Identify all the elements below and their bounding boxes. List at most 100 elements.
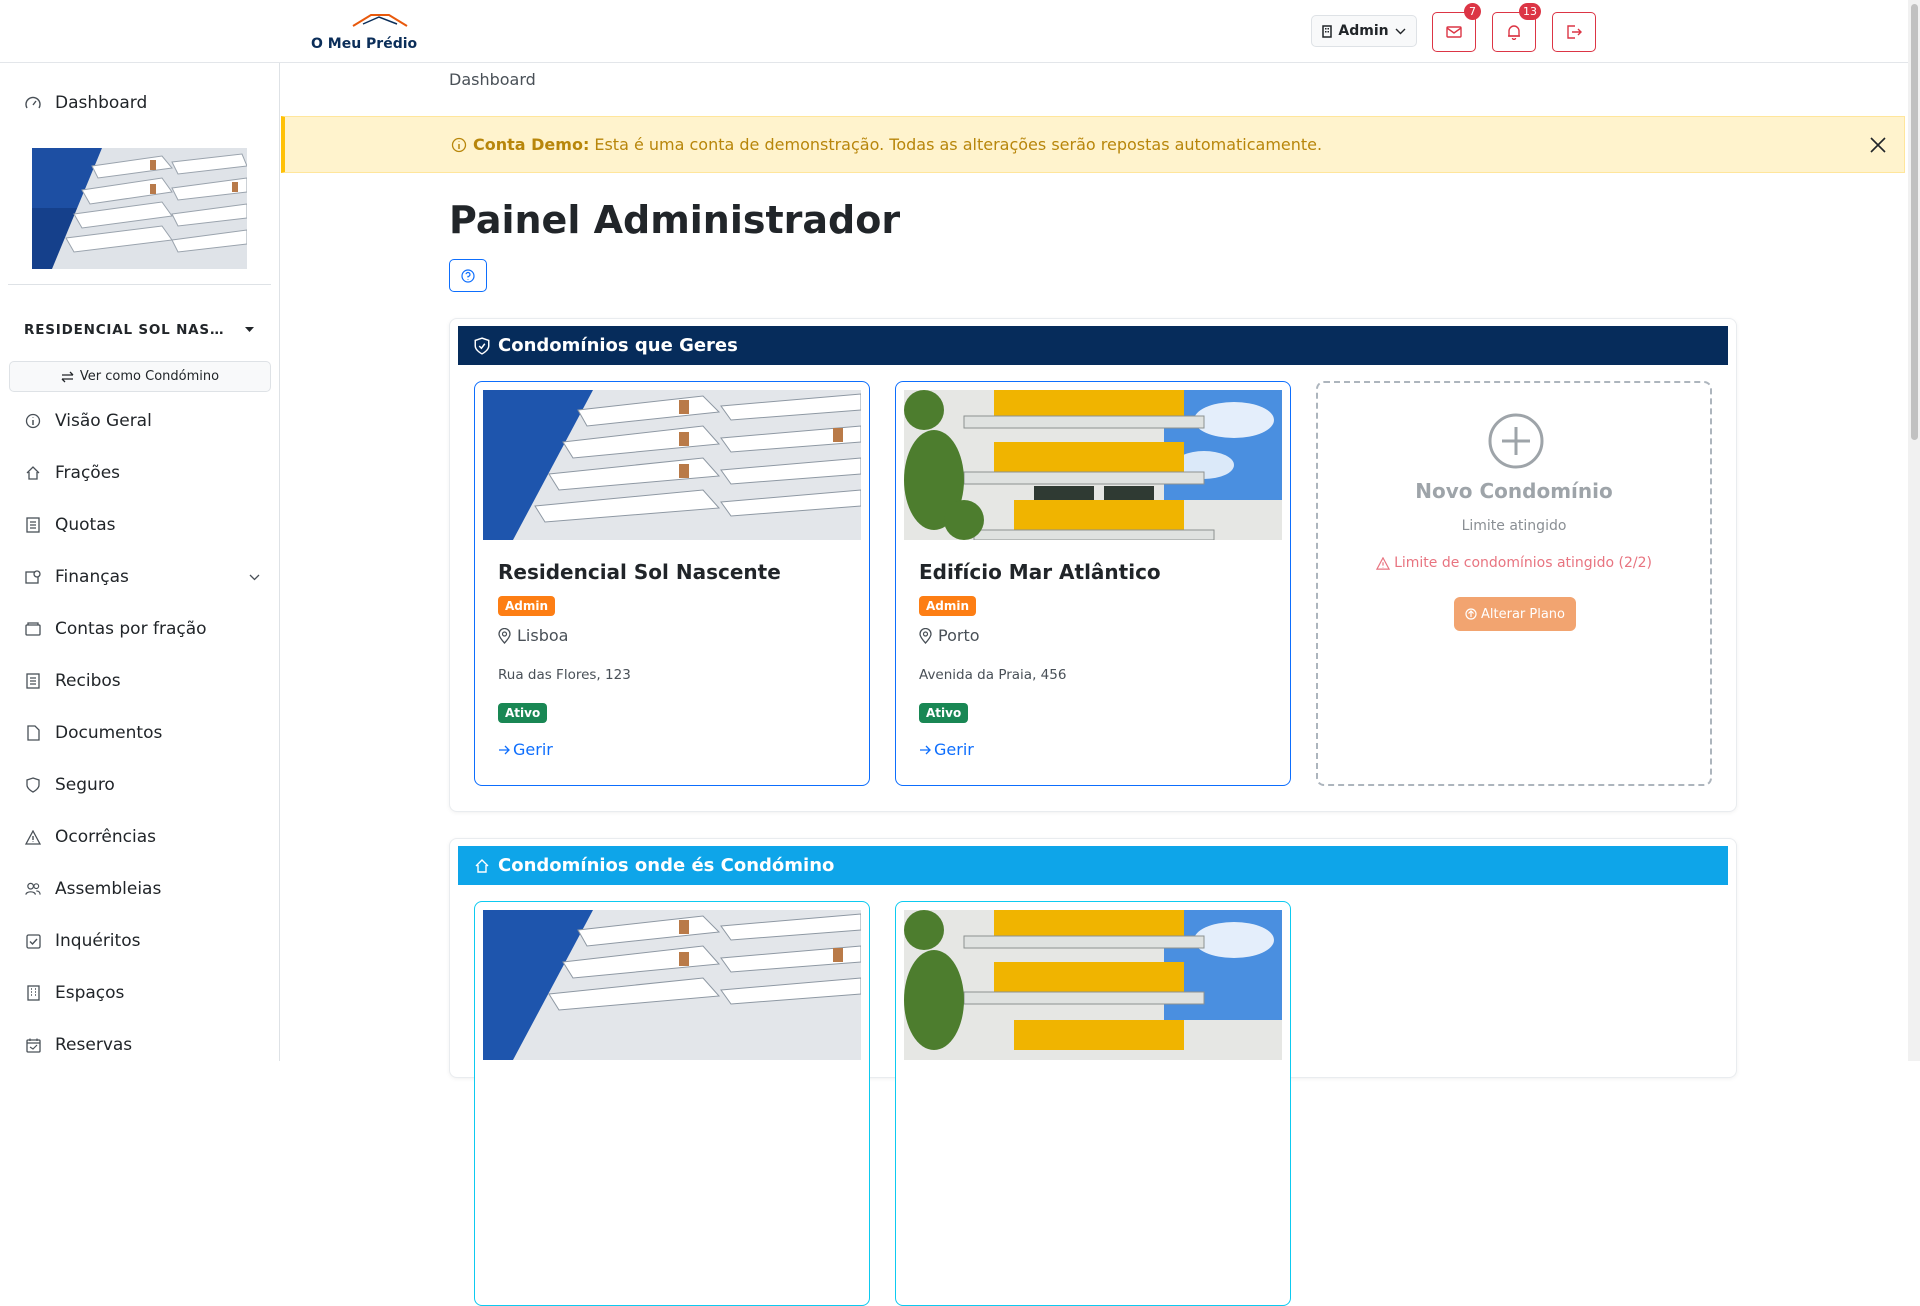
user-role-label: Admin [1338, 23, 1389, 39]
managed-condos-section: Condomínios que Geres Residencial Sol Na… [449, 318, 1737, 812]
demo-account-alert: Conta Demo: Esta é uma conta de demonstr… [281, 116, 1905, 173]
condo-card-address: Avenida da Praia, 456 [919, 667, 1067, 683]
page-scrollbar[interactable] [1908, 0, 1920, 1061]
limit-warning-text: Limite de condomínios atingido (2/2) [1394, 555, 1652, 571]
sidebar-divider [8, 284, 271, 285]
swap-arrows-icon [61, 371, 74, 382]
condo-card-city-label: Porto [938, 626, 980, 645]
condo-selector[interactable]: RESIDENCIAL SOL NASC... [24, 322, 254, 338]
sidebar-item-ocorrencias[interactable]: Ocorrências [25, 827, 260, 847]
chevron-down-icon [1395, 28, 1406, 34]
people-icon [25, 881, 41, 897]
sidebar-item-label: Frações [55, 463, 121, 483]
view-as-owner-label: Ver como Condómino [79, 369, 220, 384]
role-badge: Admin [498, 596, 556, 616]
sidebar-item-recibos[interactable]: Recibos [25, 671, 260, 691]
receipt-icon [25, 517, 41, 533]
condo-card-residencial-sol-nascente[interactable]: Residencial Sol Nascente Admin Lisboa Ru… [474, 381, 870, 786]
speedometer-icon [25, 95, 41, 111]
alert-strong-text: Conta Demo: [473, 135, 590, 154]
envelope-icon [1446, 26, 1462, 38]
sidebar-item-espacos[interactable]: Espaços [25, 983, 260, 1003]
manage-link[interactable]: Gerir [919, 740, 974, 759]
section-title: Condomínios onde és Condómino [498, 855, 835, 876]
status-badge: Ativo [498, 703, 548, 723]
info-icon [25, 413, 41, 429]
sidebar-item-documentos[interactable]: Documentos [25, 723, 260, 743]
new-condo-title: Novo Condomínio [1415, 479, 1613, 503]
home-icon [475, 858, 489, 873]
logout-button[interactable] [1552, 12, 1596, 52]
sidebar-item-seguro[interactable]: Seguro [25, 775, 260, 795]
shield-icon [25, 777, 41, 793]
page-title: Painel Administrador [449, 198, 901, 242]
sidebar-item-label: Assembleias [55, 879, 162, 899]
sidebar-item-label: Finanças [55, 567, 129, 587]
sidebar-item-fracoes[interactable]: Frações [25, 463, 260, 483]
location-pin-icon [919, 627, 932, 644]
building-icon [25, 985, 41, 1001]
sidebar-item-label: Visão Geral [55, 411, 152, 431]
building-icon [1322, 24, 1333, 38]
manage-link[interactable]: Gerir [498, 740, 553, 759]
manage-link-label: Gerir [513, 740, 553, 759]
logout-icon [1567, 25, 1582, 39]
sidebar-item-label: Reservas [55, 1035, 133, 1055]
sidebar: Dashboard RESIDENCIAL SOL NASC... Ver co… [0, 63, 280, 1061]
help-button[interactable] [449, 259, 487, 292]
sidebar-item-label: Quotas [55, 515, 116, 535]
shield-check-icon [474, 336, 490, 355]
condo-card-city: Porto [919, 626, 980, 645]
bell-icon [1508, 25, 1520, 40]
owner-condo-card-1[interactable] [474, 901, 870, 1306]
caret-down-icon [245, 327, 254, 332]
managed-condos-header: Condomínios que Geres [458, 326, 1728, 365]
file-icon [25, 725, 41, 741]
condo-card-edificio-mar-atlantico[interactable]: Edifício Mar Atlântico Admin Porto Aveni… [895, 381, 1291, 786]
view-as-owner-button[interactable]: Ver como Condómino [9, 361, 271, 392]
new-condo-subtitle: Limite atingido [1461, 518, 1567, 534]
owner-condos-header: Condomínios onde és Condómino [458, 846, 1728, 885]
sidebar-item-visao-geral[interactable]: Visão Geral [25, 411, 260, 431]
messages-button[interactable]: 7 [1432, 3, 1481, 52]
alert-close-button[interactable] [1866, 133, 1890, 157]
owner-condo-card-2[interactable] [895, 901, 1291, 1306]
condo-card-address: Rua das Flores, 123 [498, 667, 631, 683]
warning-icon [1376, 556, 1391, 570]
wallet-icon [25, 621, 41, 637]
new-condo-card: Novo Condomínio Limite atingido Limite d… [1316, 381, 1712, 786]
sidebar-item-contas-por-fracao[interactable]: Contas por fração [25, 619, 260, 639]
change-plan-button[interactable]: Alterar Plano [1454, 597, 1576, 631]
limit-warning: Limite de condomínios atingido (2/2) [1318, 555, 1710, 571]
sidebar-item-reservas[interactable]: Reservas [25, 1035, 260, 1055]
warning-icon [25, 829, 41, 845]
arrow-up-circle-icon [1465, 608, 1477, 620]
close-icon [1870, 137, 1886, 153]
alert-text: Esta é uma conta de demonstração. Todas … [594, 135, 1323, 154]
breadcrumb[interactable]: Dashboard [449, 70, 536, 89]
condo-photo [32, 148, 247, 269]
sidebar-item-assembleias[interactable]: Assembleias [25, 879, 260, 899]
condo-photo [483, 910, 861, 1060]
user-role-dropdown[interactable]: Admin [1311, 15, 1417, 47]
info-icon [451, 137, 467, 153]
messages-count-badge: 7 [1464, 3, 1481, 20]
sidebar-item-financas[interactable]: Finanças [25, 567, 260, 587]
condo-photo [904, 390, 1282, 540]
section-title: Condomínios que Geres [498, 335, 738, 356]
sidebar-item-inqueritos[interactable]: Inquéritos [25, 931, 260, 951]
logo[interactable]: O Meu Prédio [311, 12, 421, 52]
calendar-icon [25, 1037, 41, 1053]
sidebar-item-quotas[interactable]: Quotas [25, 515, 260, 535]
scrollbar-thumb[interactable] [1911, 4, 1918, 440]
sidebar-item-dashboard[interactable]: Dashboard [25, 93, 147, 113]
condo-card-city: Lisboa [498, 626, 568, 645]
sidebar-item-label: Inquéritos [55, 931, 141, 951]
owner-condos-section: Condomínios onde és Condómino [449, 838, 1737, 1306]
finance-icon [25, 569, 41, 585]
condo-card-title: Edifício Mar Atlântico [919, 560, 1161, 584]
notifications-button[interactable]: 13 [1492, 3, 1541, 52]
sidebar-item-label: Seguro [55, 775, 115, 795]
plus-circle-icon [1488, 413, 1544, 469]
sidebar-item-label: Contas por fração [55, 619, 207, 639]
